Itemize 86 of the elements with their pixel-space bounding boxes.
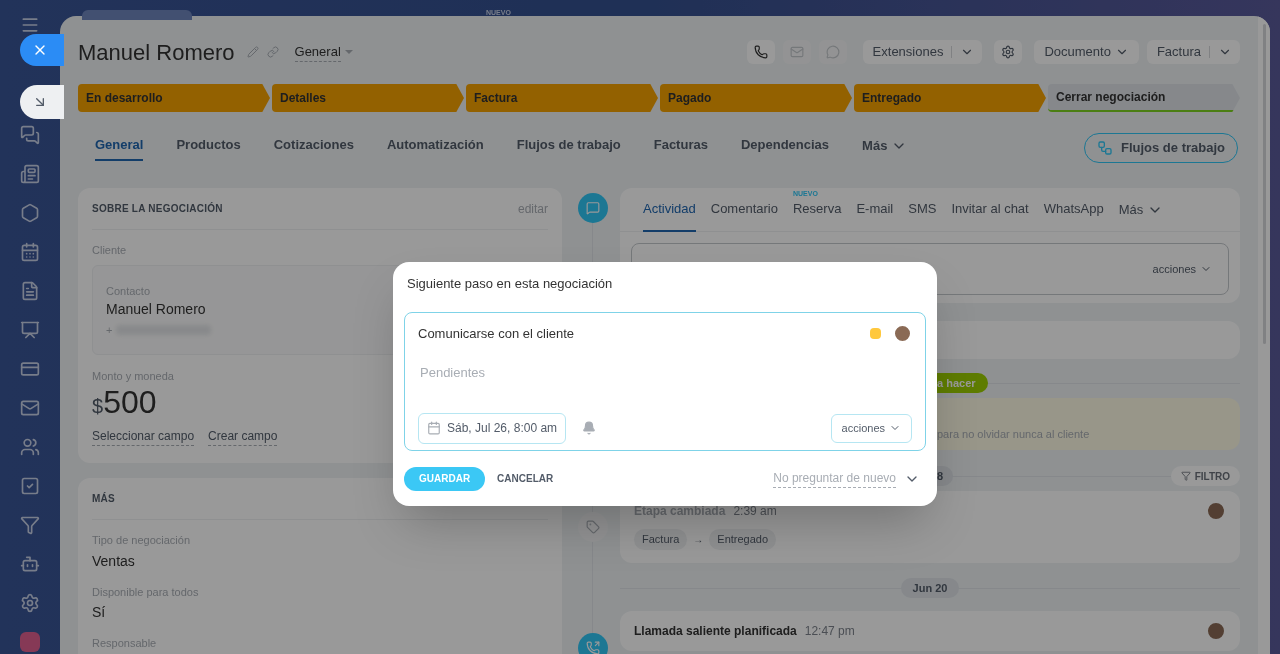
field-link[interactable]: Seleccionar campo — [92, 427, 195, 446]
robot-icon[interactable] — [20, 554, 40, 574]
chat-icon — [825, 45, 840, 59]
stage-step[interactable]: Cerrar negociación — [1048, 84, 1240, 112]
stage-chip: Entregado — [709, 529, 777, 550]
stage-step[interactable]: Pagado — [660, 84, 852, 112]
tab[interactable]: General — [95, 135, 144, 161]
calendar-icon[interactable] — [20, 242, 40, 262]
field-value: Ventas — [92, 551, 136, 571]
more-tab[interactable]: Más — [862, 136, 908, 160]
tab[interactable]: Dependencias — [740, 135, 830, 161]
avatar — [893, 323, 912, 343]
app-icon[interactable] — [20, 632, 40, 652]
field-value: Sí — [92, 603, 107, 622]
section-title: SOBRE LA NEGOCIACIÓN — [92, 201, 223, 216]
tab[interactable]: Flujos de trabajo — [516, 135, 621, 161]
stage-step[interactable]: Entregado — [854, 84, 1046, 112]
workflow-icon — [1097, 140, 1113, 156]
mail-icon — [789, 45, 804, 59]
cancel-button[interactable]: CANCELAR — [497, 471, 554, 486]
more-tab[interactable]: Más — [1118, 199, 1164, 220]
users-icon[interactable] — [20, 437, 40, 457]
section-title: MÁS — [92, 491, 115, 506]
amount-value: 500 — [103, 384, 157, 420]
stage-step[interactable]: En desarrollo — [78, 84, 270, 112]
outgoing-call-icon — [578, 633, 608, 654]
settings-icon[interactable] — [20, 593, 40, 613]
calendar-icon — [427, 421, 441, 435]
actions-dropdown[interactable]: acciones — [830, 413, 912, 443]
link-icon[interactable] — [266, 46, 279, 58]
bell-icon[interactable] — [582, 421, 597, 435]
event-time: 2:39 am — [733, 503, 777, 520]
funnel-icon[interactable] — [20, 515, 40, 535]
task-icon[interactable] — [20, 476, 40, 496]
pencil-icon[interactable] — [246, 46, 259, 58]
dropdown-button[interactable]: Documento — [1034, 40, 1139, 64]
event-time: 12:47 pm — [804, 623, 855, 640]
document-icon[interactable] — [20, 281, 40, 301]
tab[interactable]: Productos — [176, 135, 241, 161]
stage-chip: Factura — [634, 529, 688, 550]
color-marker-icon[interactable] — [870, 327, 881, 339]
news-icon[interactable] — [20, 164, 40, 184]
activity-tab[interactable]: Actividad — [643, 187, 696, 232]
activity-tab[interactable]: SMS — [908, 187, 937, 232]
phone-icon — [753, 45, 768, 59]
tab[interactable]: Facturas — [653, 135, 708, 161]
event-title: Llamada saliente planificada — [634, 623, 797, 640]
split-button[interactable]: Extensiones — [862, 40, 983, 64]
mail-icon[interactable] — [20, 398, 40, 418]
tab[interactable]: Automatización — [386, 135, 484, 161]
arrow-glyph: → — [693, 532, 704, 547]
scrollbar[interactable] — [1258, 16, 1270, 654]
split-button[interactable]: Factura — [1146, 40, 1240, 64]
menu-icon[interactable] — [20, 15, 40, 35]
date-picker[interactable]: Sáb, Jul 26, 8:00 am — [418, 412, 567, 444]
avatar — [1206, 501, 1226, 521]
task-subject[interactable]: Comunicarse con el cliente — [418, 323, 575, 343]
phone-prefix: + — [106, 323, 113, 338]
stage-step[interactable]: Factura — [466, 84, 658, 112]
chat-icon[interactable] — [20, 125, 40, 145]
board-icon[interactable] — [20, 320, 40, 340]
tab[interactable]: Cotizaciones — [273, 135, 354, 161]
actions-dropdown[interactable]: acciones — [1152, 260, 1212, 278]
currency-symbol: $ — [92, 395, 104, 419]
stage-step[interactable]: Detalles — [272, 84, 464, 112]
category-selector[interactable]: General — [294, 41, 353, 63]
activity-tab[interactable]: Invitar al chat — [951, 187, 1029, 232]
hexagon-icon[interactable] — [20, 203, 40, 223]
dont-ask-link[interactable]: No preguntar de nuevo — [773, 469, 896, 488]
deal-title: Manuel Romero — [78, 38, 235, 67]
settings-button[interactable] — [994, 40, 1023, 64]
description-field[interactable]: Pendientes — [418, 363, 912, 383]
dialog-title: Siguiente paso en esta negociación — [406, 275, 614, 293]
comment-icon — [578, 193, 608, 223]
activity-tab[interactable]: Comentario — [710, 187, 778, 232]
call-button[interactable] — [746, 40, 775, 64]
settings-icon — [1001, 45, 1016, 59]
avatar — [1206, 621, 1226, 641]
field-link[interactable]: Crear campo — [208, 427, 278, 446]
activity-tab[interactable]: E-mail — [856, 187, 894, 232]
minimize-button[interactable] — [20, 85, 64, 119]
close-button[interactable] — [20, 34, 64, 66]
filter-icon — [1180, 471, 1191, 481]
activity-tab[interactable]: WhatsApp — [1043, 187, 1104, 232]
filter-button[interactable]: FILTRO — [1170, 466, 1240, 486]
card-icon[interactable] — [20, 359, 40, 379]
